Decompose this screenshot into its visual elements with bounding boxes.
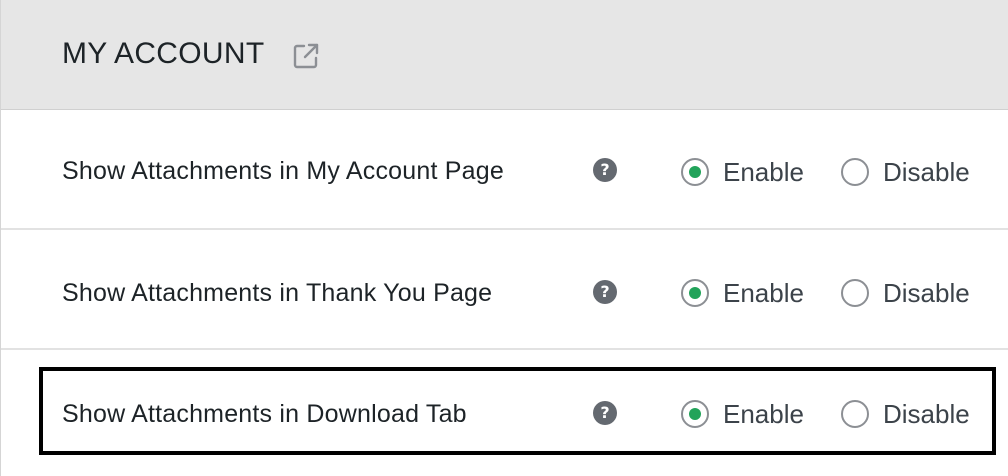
section-header: MY ACCOUNT: [1, 0, 1008, 110]
help-icon[interactable]: ?: [593, 401, 617, 425]
radio-unchecked-icon[interactable]: [841, 158, 869, 186]
settings-panel: MY ACCOUNT Show Attachments in My Accoun…: [0, 0, 1008, 476]
section-title: MY ACCOUNT: [62, 37, 265, 70]
setting-label: Show Attachments in My Account Page: [62, 157, 504, 185]
radio-label[interactable]: Enable: [723, 399, 804, 430]
radio-checked-icon[interactable]: [681, 400, 709, 428]
help-icon[interactable]: ?: [593, 158, 617, 182]
radio-unchecked-icon[interactable]: [841, 279, 869, 307]
radio-label[interactable]: Disable: [883, 157, 970, 188]
radio-checked-icon[interactable]: [681, 279, 709, 307]
setting-label: Show Attachments in Thank You Page: [62, 279, 493, 307]
radio-label[interactable]: Enable: [723, 157, 804, 188]
setting-label: Show Attachments in Download Tab: [62, 400, 467, 428]
help-icon[interactable]: ?: [593, 280, 617, 304]
setting-row-download-tab: Show Attachments in Download Tab ? Enabl…: [1, 352, 1008, 476]
setting-row-thank-you: Show Attachments in Thank You Page ? Ena…: [1, 230, 1008, 350]
radio-label[interactable]: Disable: [883, 278, 970, 309]
setting-row-my-account: Show Attachments in My Account Page ? En…: [1, 110, 1008, 230]
radio-label[interactable]: Enable: [723, 278, 804, 309]
external-link-icon[interactable]: [291, 41, 321, 71]
radio-unchecked-icon[interactable]: [841, 400, 869, 428]
radio-label[interactable]: Disable: [883, 399, 970, 430]
radio-checked-icon[interactable]: [681, 158, 709, 186]
